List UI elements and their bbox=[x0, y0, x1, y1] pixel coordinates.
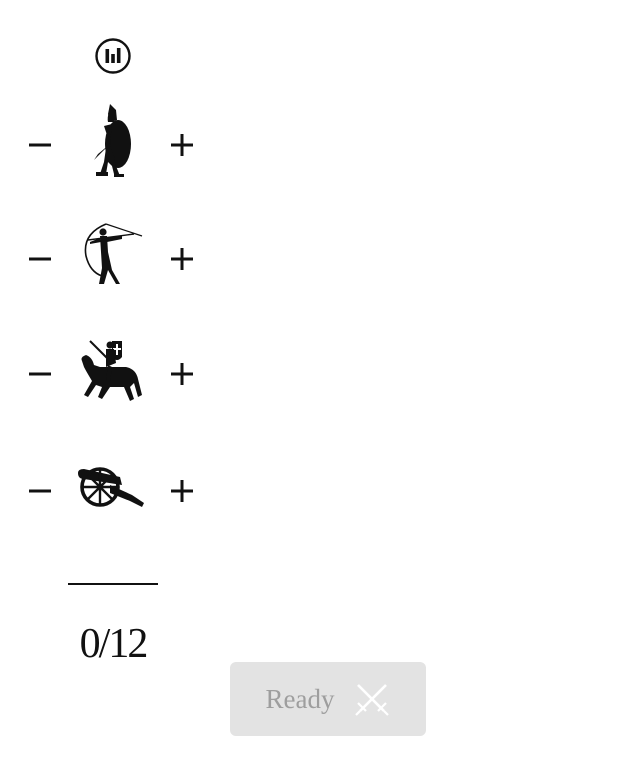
plus-icon bbox=[171, 480, 193, 502]
cannon-icon bbox=[76, 463, 148, 509]
decrease-cavalry-button[interactable] bbox=[26, 359, 56, 389]
decrease-artillery-button[interactable] bbox=[26, 476, 56, 506]
total-divider bbox=[68, 583, 158, 585]
bar-chart-icon bbox=[95, 38, 131, 74]
ready-button[interactable]: Ready bbox=[230, 662, 426, 736]
plus-icon bbox=[171, 248, 193, 270]
hoplite-soldier-icon bbox=[76, 104, 148, 178]
unit-row-cavalry bbox=[0, 337, 220, 417]
ready-button-label: Ready bbox=[265, 683, 335, 714]
stats-button[interactable] bbox=[94, 37, 132, 75]
army-count: 0/12 bbox=[79, 621, 149, 667]
plus-icon bbox=[171, 134, 193, 156]
knight-on-horse-icon bbox=[76, 337, 148, 405]
increase-cavalry-button[interactable] bbox=[167, 359, 197, 389]
minus-icon bbox=[29, 143, 51, 147]
increase-infantry-button[interactable] bbox=[167, 130, 197, 160]
minus-icon bbox=[29, 372, 51, 376]
increase-archer-button[interactable] bbox=[167, 244, 197, 274]
archer-icon bbox=[76, 222, 148, 288]
plus-icon bbox=[171, 363, 193, 385]
minus-icon bbox=[29, 257, 51, 261]
unit-row-infantry bbox=[0, 104, 220, 184]
decrease-infantry-button[interactable] bbox=[26, 130, 56, 160]
unit-row-artillery bbox=[0, 463, 220, 543]
decrease-archer-button[interactable] bbox=[26, 244, 56, 274]
crossed-swords-icon bbox=[355, 684, 390, 716]
minus-icon bbox=[29, 489, 51, 493]
unit-row-archer bbox=[0, 222, 220, 302]
increase-artillery-button[interactable] bbox=[167, 476, 197, 506]
